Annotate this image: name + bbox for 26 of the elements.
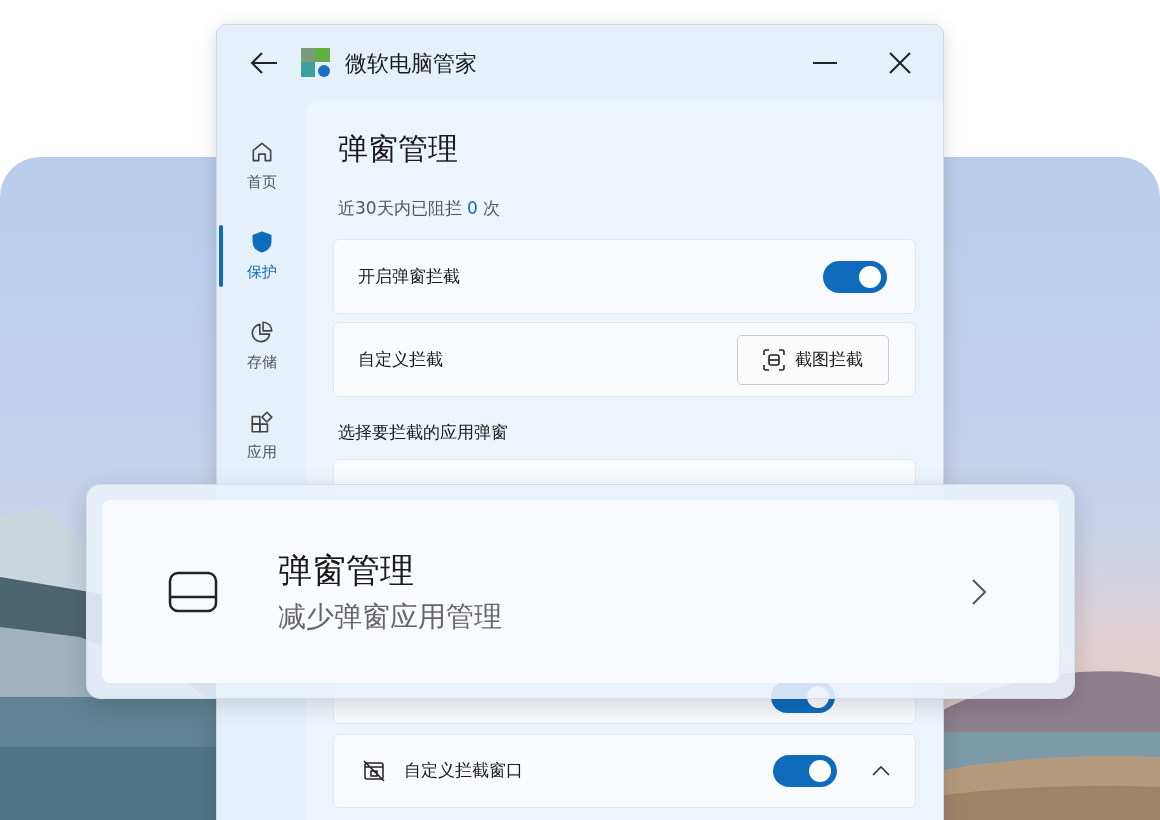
window-title: 微软电脑管家 xyxy=(345,49,477,78)
crossed-window-icon xyxy=(362,759,386,783)
minimize-icon[interactable] xyxy=(813,61,837,65)
chevron-right-icon xyxy=(971,577,987,606)
window-icon xyxy=(168,570,218,613)
nav-item[interactable]: 应用 xyxy=(217,401,306,471)
page-title: 弹窗管理 xyxy=(338,130,459,168)
back-arrow-icon[interactable] xyxy=(249,50,279,76)
setting-row: 自定义拦截 截图拦截 xyxy=(333,322,916,397)
setting-row: 开启弹窗拦截 xyxy=(333,239,916,314)
nav-item[interactable]: 首页 xyxy=(217,131,306,201)
chevron-up-icon[interactable] xyxy=(871,765,891,777)
block-count-text: 近30天内已阻拦 0 次 xyxy=(338,197,502,220)
toggle-switch[interactable] xyxy=(823,260,887,293)
feature-card[interactable]: 弹窗管理 减少弹窗应用管理 xyxy=(102,500,1059,683)
nav-item[interactable]: 保护 xyxy=(217,221,306,291)
row-label: 自定义拦截窗口 xyxy=(404,759,524,783)
app-logo-icon xyxy=(301,48,331,78)
feature-title: 弹窗管理 xyxy=(278,548,415,592)
toggle-switch[interactable] xyxy=(773,755,837,787)
feature-subtitle: 减少弹窗应用管理 xyxy=(278,598,503,635)
screenshot-block-button[interactable]: 截图拦截 xyxy=(737,334,889,385)
screenshot-icon xyxy=(763,348,785,371)
close-icon[interactable] xyxy=(889,52,911,74)
nav-item[interactable]: 存储 xyxy=(217,311,306,381)
section-label: 选择要拦截的应用弹窗 xyxy=(338,421,509,444)
